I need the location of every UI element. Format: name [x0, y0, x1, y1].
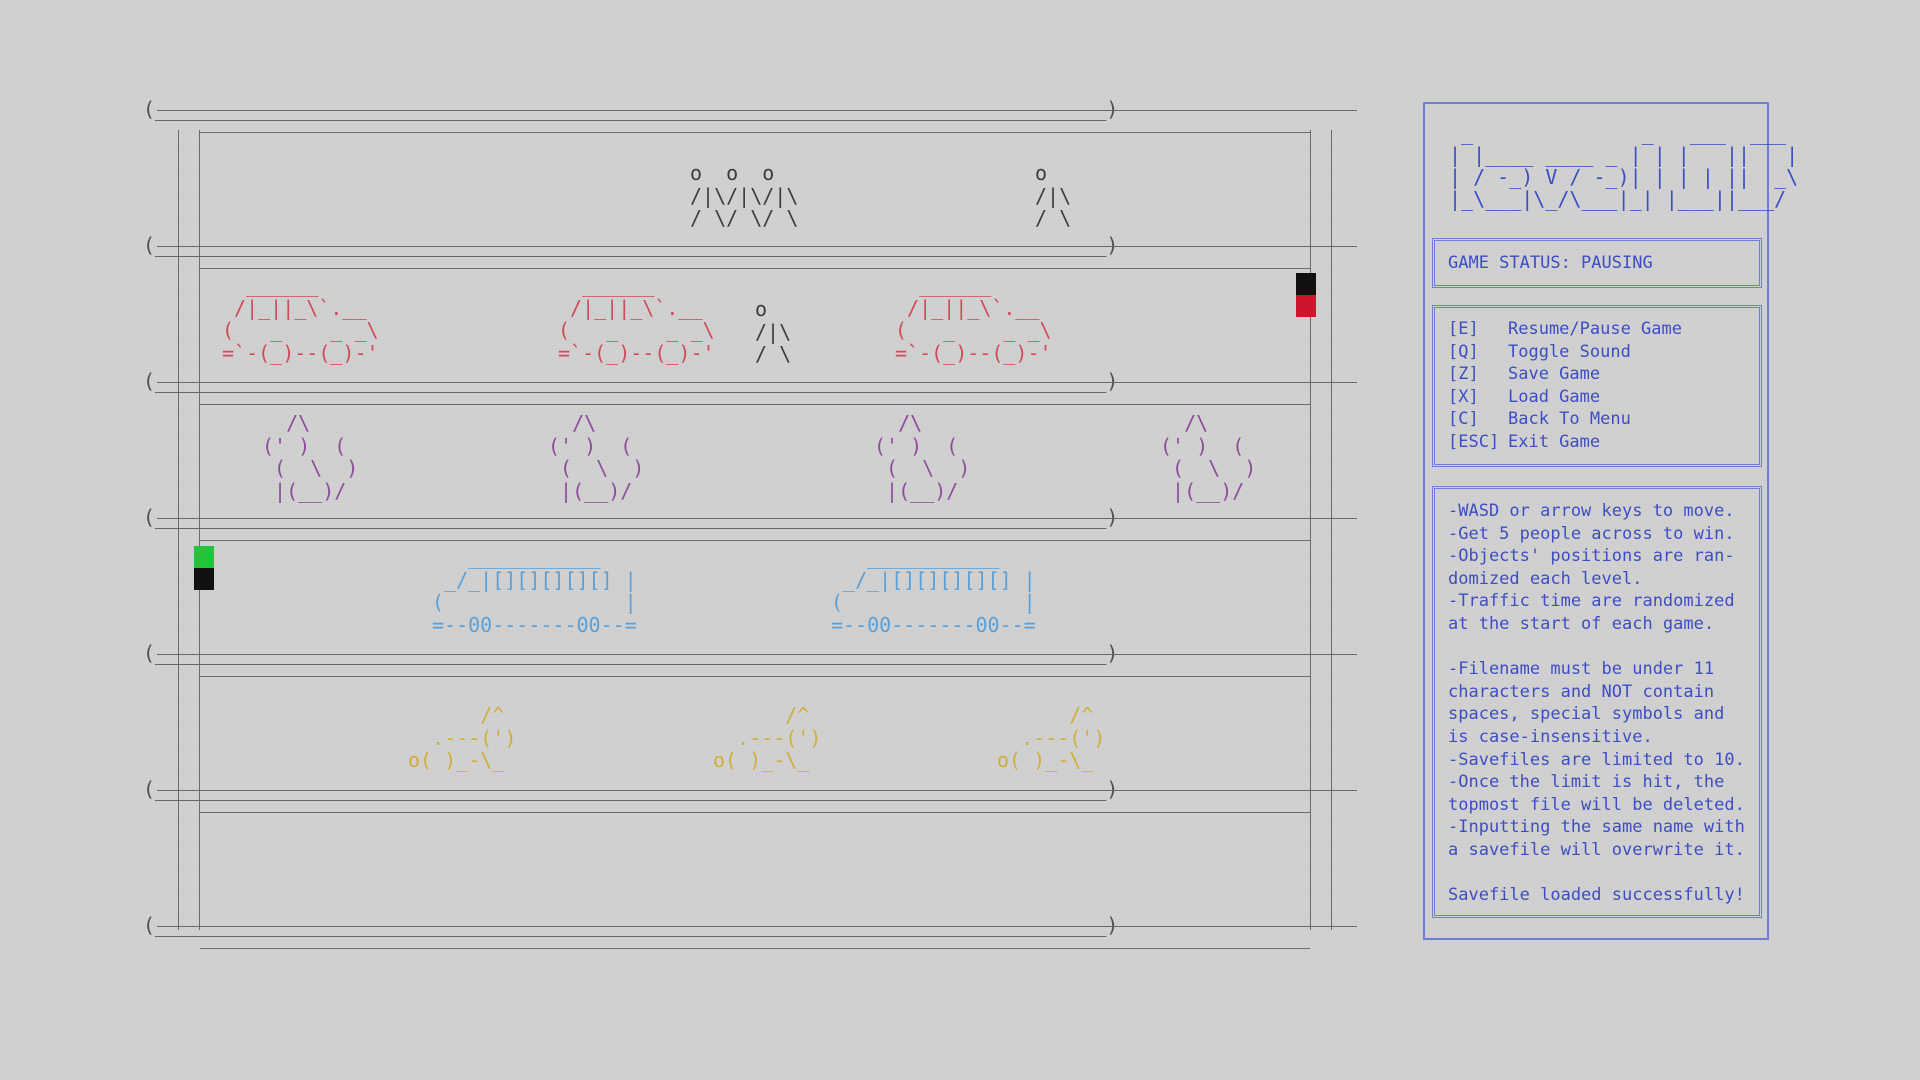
car-sprite: ______ /|_||_\`.__ ( _ _ _\ =`-(_)--(_)-…: [222, 273, 379, 365]
control-action: Back To Menu: [1508, 409, 1631, 430]
control-key: [X]: [1448, 386, 1479, 407]
lane-border-line: [157, 926, 1357, 927]
control-row: [ESC] Exit Game: [1448, 431, 1682, 454]
light-bottom: [194, 568, 214, 590]
light-top: [194, 546, 214, 568]
control-action: Load Game: [1508, 386, 1601, 407]
chicken-sprite: /\ (' ) ( ( \ ) |(__)/: [262, 411, 359, 503]
car-sprite: ______ /|_||_\`.__ ( _ _ _\ =`-(_)--(_)-…: [558, 273, 715, 365]
game-board: (_______________________________________…: [0, 0, 1400, 1000]
lane-border-line: [157, 654, 1357, 655]
lane-border-line: [157, 790, 1357, 791]
lane-border-line: [200, 812, 1310, 813]
light-bottom: [1296, 295, 1316, 317]
lane-border-line: [200, 948, 1310, 949]
rail-line: [1310, 130, 1311, 930]
help-box: -WASD or arrow keys to move. -Get 5 peop…: [1432, 486, 1762, 918]
control-action: Exit Game: [1508, 431, 1601, 452]
people-sprite: o o o /|\/|\/|\ / \/ \/ \: [690, 161, 799, 230]
lane-border-line: [157, 518, 1357, 519]
car-sprite: ______ /|_||_\`.__ ( _ _ _\ =`-(_)--(_)-…: [895, 273, 1052, 365]
lane-border-line: [200, 676, 1310, 677]
lane-border-line: [157, 382, 1357, 383]
dog-sprite: /^ .---(') o( )_-\_: [997, 703, 1106, 772]
control-key: [ESC]: [1448, 431, 1500, 452]
control-row: [X] Load Game: [1448, 386, 1682, 409]
control-key: [C]: [1448, 409, 1479, 430]
control-key: [E]: [1448, 319, 1479, 339]
lane-border-line: [157, 246, 1357, 247]
bus-sprite: ___________ _/_|[][][][][] | ( | =--00--…: [432, 545, 637, 637]
control-key: [Z]: [1448, 364, 1479, 385]
controls-box: [E] Resume/Pause Game [Q] Toggle Sound [Z] Sa…: [1432, 305, 1762, 467]
people-sprite: o /|\ / \: [1035, 161, 1072, 230]
rail-line: [1331, 130, 1332, 930]
dog-sprite: /^ .---(') o( )_-\_: [713, 703, 822, 772]
side-panel: _ _ ___ ___ | |____ ____ _ | | | || | | …: [1423, 102, 1798, 940]
chicken-sprite: /\ (' ) ( ( \ ) |(__)/: [548, 411, 645, 503]
people-sprite: o /|\ / \: [755, 297, 792, 366]
controls-list: [E] Resume/Pause Game [Q] Toggle Sound [Z] Sa…: [1448, 318, 1682, 454]
lane-border-line: [157, 110, 1357, 111]
lane-border-line: [200, 132, 1310, 133]
rail-line: [178, 130, 179, 930]
control-row: [Q] Toggle Sound: [1448, 341, 1682, 364]
control-key: [Q]: [1448, 341, 1479, 362]
control-row: [E] Resume/Pause Game: [1448, 318, 1682, 341]
chicken-sprite: /\ (' ) ( ( \ ) |(__)/: [874, 411, 971, 503]
control-action: Save Game: [1508, 364, 1601, 385]
control-action: Toggle Sound: [1508, 341, 1631, 362]
control-row: [C] Back To Menu: [1448, 408, 1682, 431]
traffic-light-right: [1296, 273, 1316, 317]
rail-line: [199, 130, 200, 930]
game-status-text: GAME STATUS: PAUSING: [1448, 253, 1653, 273]
lane-border-line: [200, 540, 1310, 541]
bus-sprite: ___________ _/_|[][][][][] | ( | =--00--…: [831, 545, 1036, 637]
chicken-sprite: /\ (' ) ( ( \ ) |(__)/: [1160, 411, 1257, 503]
dog-sprite: /^ .---(') o( )_-\_: [408, 703, 517, 772]
lane-border-line: [200, 268, 1310, 269]
help-text: -WASD or arrow keys to move. -Get 5 peop…: [1448, 501, 1745, 906]
control-action: Resume/Pause Game: [1508, 319, 1682, 339]
game-logo: _ _ ___ ___ | |____ ____ _ | | | || | | …: [1449, 121, 1799, 211]
traffic-light-left: [194, 546, 214, 590]
light-top: [1296, 273, 1316, 295]
lane-border-line: [200, 404, 1310, 405]
control-row: [Z] Save Game: [1448, 363, 1682, 386]
game-status-box: GAME STATUS: PAUSING: [1432, 238, 1762, 288]
